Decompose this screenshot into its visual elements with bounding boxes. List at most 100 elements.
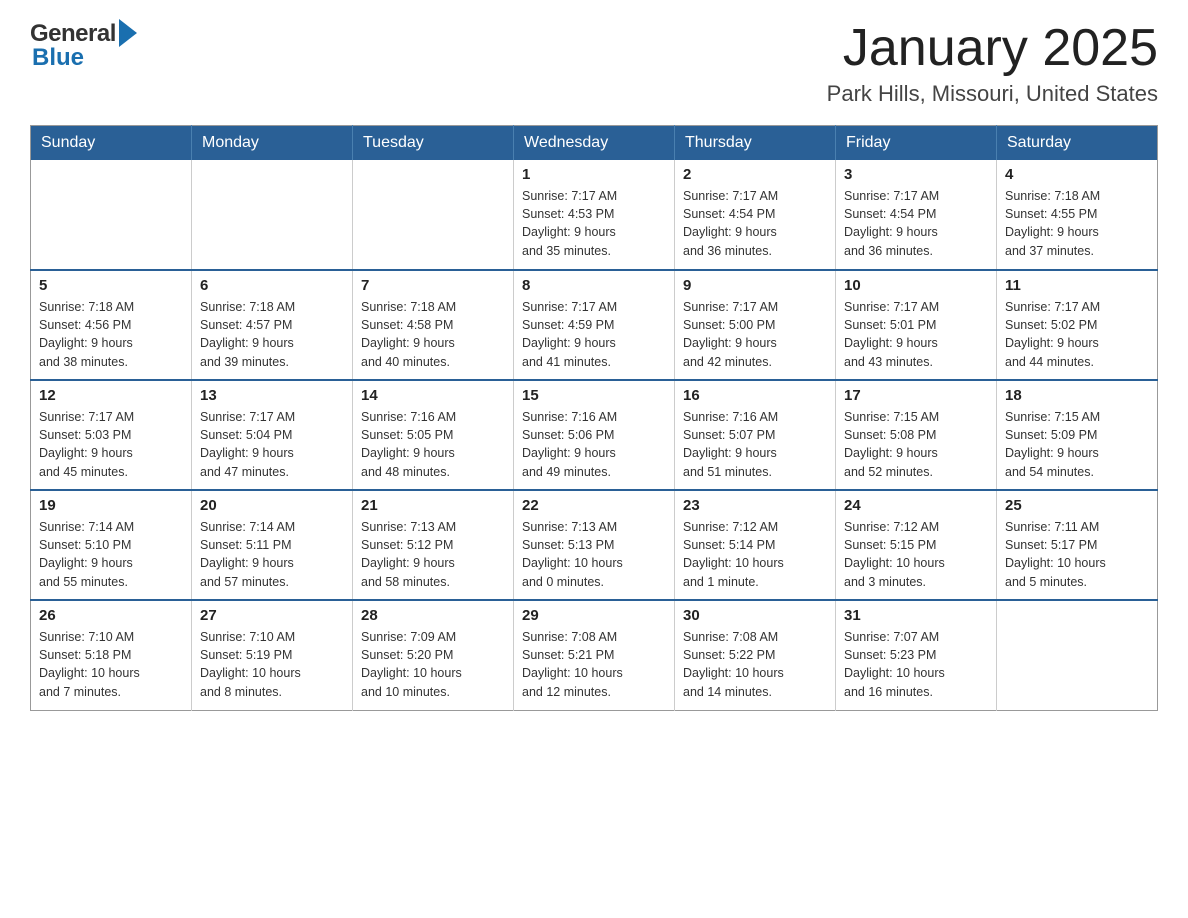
day-number: 10 — [844, 277, 988, 294]
day-info: Sunrise: 7:08 AM Sunset: 5:21 PM Dayligh… — [522, 628, 666, 701]
weekday-header-saturday: Saturday — [997, 126, 1158, 161]
calendar-header: SundayMondayTuesdayWednesdayThursdayFrid… — [31, 126, 1158, 161]
day-number: 16 — [683, 387, 827, 404]
day-info: Sunrise: 7:08 AM Sunset: 5:22 PM Dayligh… — [683, 628, 827, 701]
day-info: Sunrise: 7:17 AM Sunset: 4:54 PM Dayligh… — [683, 187, 827, 260]
day-number: 4 — [1005, 166, 1149, 183]
calendar-cell: 7 Sunrise: 7:18 AM Sunset: 4:58 PM Daylig… — [353, 270, 514, 380]
calendar-cell: 15Sunrise: 7:16 AM Sunset: 5:06 PM Dayli… — [514, 380, 675, 490]
calendar-cell: 9 Sunrise: 7:17 AM Sunset: 5:00 PM Daylig… — [675, 270, 836, 380]
calendar-cell: 4 Sunrise: 7:18 AM Sunset: 4:55 PM Daylig… — [997, 160, 1158, 270]
weekday-header-sunday: Sunday — [31, 126, 192, 161]
calendar-cell: 19 Sunrise: 7:14 AM Sunset: 5:10 PM Dayli… — [31, 490, 192, 600]
day-info: Sunrise: 7:14 AM Sunset: 5:10 PM Dayligh… — [39, 518, 183, 591]
calendar-week-row: 26Sunrise: 7:10 AM Sunset: 5:18 PM Dayli… — [31, 600, 1158, 710]
day-number: 22 — [522, 497, 666, 514]
calendar-cell: 21 Sunrise: 7:13 AM Sunset: 5:12 PM Dayli… — [353, 490, 514, 600]
day-number: 1 — [522, 166, 666, 183]
month-title: January 2025 — [827, 20, 1158, 77]
day-info: Sunrise: 7:17 AM Sunset: 4:59 PM Dayligh… — [522, 298, 666, 371]
day-number: 21 — [361, 497, 505, 514]
day-info: Sunrise: 7:18 AM Sunset: 4:58 PM Dayligh… — [361, 298, 505, 371]
day-number: 6 — [200, 277, 344, 294]
calendar-body: 1 Sunrise: 7:17 AM Sunset: 4:53 PM Daylig… — [31, 160, 1158, 710]
day-info: Sunrise: 7:17 AM Sunset: 5:02 PM Dayligh… — [1005, 298, 1149, 371]
calendar-cell: 11 Sunrise: 7:17 AM Sunset: 5:02 PM Dayli… — [997, 270, 1158, 380]
day-info: Sunrise: 7:16 AM Sunset: 5:06 PM Dayligh… — [522, 408, 666, 481]
day-number: 7 — [361, 277, 505, 294]
day-number: 29 — [522, 607, 666, 624]
day-number: 9 — [683, 277, 827, 294]
calendar-cell: 13Sunrise: 7:17 AM Sunset: 5:04 PM Dayli… — [192, 380, 353, 490]
calendar-cell: 5 Sunrise: 7:18 AM Sunset: 4:56 PM Daylig… — [31, 270, 192, 380]
day-number: 3 — [844, 166, 988, 183]
day-number: 25 — [1005, 497, 1149, 514]
location-text: Park Hills, Missouri, United States — [827, 81, 1158, 107]
calendar-week-row: 1 Sunrise: 7:17 AM Sunset: 4:53 PM Daylig… — [31, 160, 1158, 270]
calendar-cell: 27 Sunrise: 7:10 AM Sunset: 5:19 PM Dayli… — [192, 600, 353, 710]
day-info: Sunrise: 7:12 AM Sunset: 5:15 PM Dayligh… — [844, 518, 988, 591]
calendar-cell: 28 Sunrise: 7:09 AM Sunset: 5:20 PM Dayli… — [353, 600, 514, 710]
title-block: January 2025 Park Hills, Missouri, Unite… — [827, 20, 1158, 107]
calendar-cell: 24Sunrise: 7:12 AM Sunset: 5:15 PM Dayli… — [836, 490, 997, 600]
calendar-cell: 18 Sunrise: 7:15 AM Sunset: 5:09 PM Dayli… — [997, 380, 1158, 490]
calendar-cell: 25 Sunrise: 7:11 AM Sunset: 5:17 PM Dayli… — [997, 490, 1158, 600]
calendar-cell: 31Sunrise: 7:07 AM Sunset: 5:23 PM Dayli… — [836, 600, 997, 710]
day-info: Sunrise: 7:11 AM Sunset: 5:17 PM Dayligh… — [1005, 518, 1149, 591]
day-number: 27 — [200, 607, 344, 624]
day-info: Sunrise: 7:18 AM Sunset: 4:57 PM Dayligh… — [200, 298, 344, 371]
weekday-header-thursday: Thursday — [675, 126, 836, 161]
day-info: Sunrise: 7:12 AM Sunset: 5:14 PM Dayligh… — [683, 518, 827, 591]
day-number: 19 — [39, 497, 183, 514]
day-info: Sunrise: 7:17 AM Sunset: 4:53 PM Dayligh… — [522, 187, 666, 260]
day-number: 11 — [1005, 277, 1149, 294]
logo-blue-text: Blue — [32, 44, 84, 72]
calendar-cell: 29 Sunrise: 7:08 AM Sunset: 5:21 PM Dayli… — [514, 600, 675, 710]
calendar-cell: 14 Sunrise: 7:16 AM Sunset: 5:05 PM Dayli… — [353, 380, 514, 490]
day-info: Sunrise: 7:17 AM Sunset: 5:01 PM Dayligh… — [844, 298, 988, 371]
day-number: 8 — [522, 277, 666, 294]
calendar-cell: 20 Sunrise: 7:14 AM Sunset: 5:11 PM Dayli… — [192, 490, 353, 600]
day-info: Sunrise: 7:09 AM Sunset: 5:20 PM Dayligh… — [361, 628, 505, 701]
calendar-cell: 30 Sunrise: 7:08 AM Sunset: 5:22 PM Dayli… — [675, 600, 836, 710]
day-number: 2 — [683, 166, 827, 183]
day-info: Sunrise: 7:15 AM Sunset: 5:09 PM Dayligh… — [1005, 408, 1149, 481]
weekday-header-wednesday: Wednesday — [514, 126, 675, 161]
calendar-cell: 3Sunrise: 7:17 AM Sunset: 4:54 PM Daylig… — [836, 160, 997, 270]
day-number: 18 — [1005, 387, 1149, 404]
calendar-cell — [192, 160, 353, 270]
calendar-cell: 17Sunrise: 7:15 AM Sunset: 5:08 PM Dayli… — [836, 380, 997, 490]
calendar-cell: 12Sunrise: 7:17 AM Sunset: 5:03 PM Dayli… — [31, 380, 192, 490]
calendar-cell: 1 Sunrise: 7:17 AM Sunset: 4:53 PM Daylig… — [514, 160, 675, 270]
calendar-cell: 22Sunrise: 7:13 AM Sunset: 5:13 PM Dayli… — [514, 490, 675, 600]
day-info: Sunrise: 7:13 AM Sunset: 5:12 PM Dayligh… — [361, 518, 505, 591]
day-info: Sunrise: 7:18 AM Sunset: 4:56 PM Dayligh… — [39, 298, 183, 371]
weekday-header-row: SundayMondayTuesdayWednesdayThursdayFrid… — [31, 126, 1158, 161]
day-number: 30 — [683, 607, 827, 624]
day-info: Sunrise: 7:16 AM Sunset: 5:05 PM Dayligh… — [361, 408, 505, 481]
calendar-cell: 2 Sunrise: 7:17 AM Sunset: 4:54 PM Daylig… — [675, 160, 836, 270]
day-number: 20 — [200, 497, 344, 514]
day-number: 12 — [39, 387, 183, 404]
calendar-table: SundayMondayTuesdayWednesdayThursdayFrid… — [30, 125, 1158, 711]
day-info: Sunrise: 7:14 AM Sunset: 5:11 PM Dayligh… — [200, 518, 344, 591]
calendar-cell: 10 Sunrise: 7:17 AM Sunset: 5:01 PM Dayli… — [836, 270, 997, 380]
day-info: Sunrise: 7:07 AM Sunset: 5:23 PM Dayligh… — [844, 628, 988, 701]
day-number: 5 — [39, 277, 183, 294]
day-number: 28 — [361, 607, 505, 624]
day-info: Sunrise: 7:15 AM Sunset: 5:08 PM Dayligh… — [844, 408, 988, 481]
calendar-cell — [353, 160, 514, 270]
logo-triangle-icon — [119, 19, 137, 47]
day-info: Sunrise: 7:18 AM Sunset: 4:55 PM Dayligh… — [1005, 187, 1149, 260]
day-number: 14 — [361, 387, 505, 404]
calendar-week-row: 12Sunrise: 7:17 AM Sunset: 5:03 PM Dayli… — [31, 380, 1158, 490]
day-info: Sunrise: 7:17 AM Sunset: 5:00 PM Dayligh… — [683, 298, 827, 371]
calendar-cell: 16Sunrise: 7:16 AM Sunset: 5:07 PM Dayli… — [675, 380, 836, 490]
day-number: 23 — [683, 497, 827, 514]
calendar-cell: 23 Sunrise: 7:12 AM Sunset: 5:14 PM Dayli… — [675, 490, 836, 600]
page-header: General Blue January 2025 Park Hills, Mi… — [30, 20, 1158, 107]
calendar-cell: 8 Sunrise: 7:17 AM Sunset: 4:59 PM Daylig… — [514, 270, 675, 380]
weekday-header-tuesday: Tuesday — [353, 126, 514, 161]
day-info: Sunrise: 7:10 AM Sunset: 5:19 PM Dayligh… — [200, 628, 344, 701]
calendar-week-row: 19 Sunrise: 7:14 AM Sunset: 5:10 PM Dayli… — [31, 490, 1158, 600]
